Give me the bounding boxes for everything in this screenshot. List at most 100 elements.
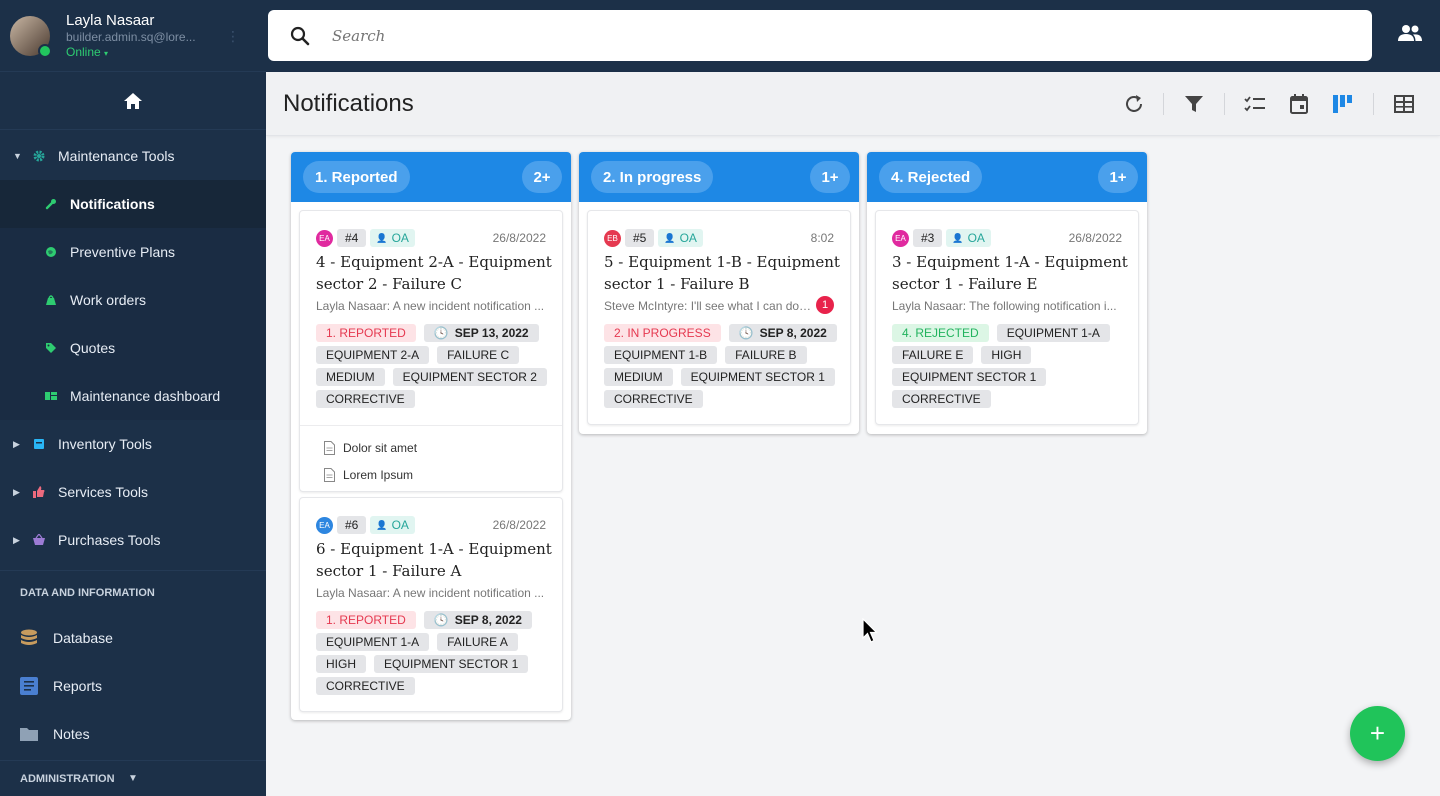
user-status[interactable]: Online ▾ (66, 45, 196, 59)
tag-chip: CORRECTIVE (892, 390, 991, 408)
card-date: 26/8/2022 (492, 518, 546, 532)
filter-button[interactable] (1183, 93, 1205, 115)
initials-avatar: EB (604, 229, 621, 247)
sidebar-item-reports[interactable]: Reports (0, 662, 266, 710)
admin-label: ADMINISTRATION (20, 772, 115, 785)
section-title-data: DATA AND INFORMATION (0, 570, 266, 614)
globe-icon (46, 247, 56, 257)
column-title[interactable]: 2. In progress (591, 161, 714, 193)
card-title: 6 - Equipment 1-A - Equipment sector 1 -… (316, 540, 552, 580)
sidebar-item-preventive-plans[interactable]: Preventive Plans (0, 228, 266, 276)
tag-chip: CORRECTIVE (316, 677, 415, 695)
column-header: 2. In progress 1+ (579, 152, 859, 202)
page-header: Notifications (266, 72, 1440, 136)
document-icon (324, 467, 335, 482)
attachment-item[interactable]: Dolor sit amet (300, 434, 562, 461)
tag-chip: EQUIPMENT SECTOR 1 (374, 655, 529, 673)
filter-icon (1185, 96, 1203, 112)
notification-card[interactable]: EA #3 👤 OA 26/8/2022 3 - Equipment 1-A - … (875, 210, 1139, 425)
toolbar-divider (1163, 93, 1164, 115)
caret-down-icon: ▼ (13, 151, 22, 161)
wrench-icon (45, 199, 56, 210)
tag-chip: EQUIPMENT SECTOR 1 (892, 368, 1047, 386)
card-tags: 2. IN PROGRESS 🕓 SEP 8, 2022 EQUIPMENT 1-… (604, 324, 844, 408)
sidebar-item-work-orders[interactable]: Work orders (0, 276, 266, 324)
assignee-chip[interactable]: 👤 OA (658, 229, 703, 247)
card-title: 5 - Equipment 1-B - Equipment sector 1 -… (604, 253, 840, 293)
database-icon (21, 629, 37, 645)
sidebar-item-label: Notes (53, 726, 90, 742)
sidebar-item-maintenance-dashboard[interactable]: Maintenance dashboard (0, 372, 266, 420)
attachments-list: Dolor sit amet Lorem Ipsum (300, 425, 562, 488)
column-count[interactable]: 1+ (1098, 161, 1138, 193)
table-icon (1394, 95, 1414, 113)
column-count[interactable]: 1+ (810, 161, 850, 193)
user-email: builder.admin.sq@lore... (66, 30, 196, 45)
table-view-button[interactable] (1393, 93, 1415, 115)
kanban-view-button[interactable] (1332, 93, 1354, 115)
notification-card[interactable]: EA #6 👤 OA 26/8/2022 6 - Equipment 1-A - … (299, 497, 563, 712)
calendar-view-button[interactable] (1288, 93, 1310, 115)
section-title-administration[interactable]: ADMINISTRATION ▼ (0, 760, 266, 796)
due-date-chip: 🕓 SEP 8, 2022 (728, 324, 837, 342)
assignee-chip[interactable]: 👤 OA (946, 229, 991, 247)
status-badge: 4. REJECTED (892, 324, 989, 342)
card-title: 4 - Equipment 2-A - Equipment sector 2 -… (316, 253, 552, 293)
people-button[interactable] (1398, 24, 1422, 47)
home-button[interactable] (0, 72, 266, 130)
sidebar-item-quotes[interactable]: Quotes (0, 324, 266, 372)
user-name: Layla Nasaar (66, 12, 155, 30)
kanban-column-reported: 1. Reported 2+ EA #4 👤 OA 26/8/2022 4 - E… (291, 152, 571, 720)
notification-card[interactable]: EA #4 👤 OA 26/8/2022 4 - Equipment 2-A - … (299, 210, 563, 492)
search-input[interactable] (332, 26, 1232, 45)
user-panel[interactable]: Layla Nasaar builder.admin.sq@lore... On… (0, 0, 266, 72)
sidebar-item-notifications[interactable]: Notifications (0, 180, 266, 228)
column-count[interactable]: 2+ (522, 161, 562, 193)
sidebar-group-services-tools[interactable]: ▶ Services Tools (0, 468, 266, 516)
card-title: 3 - Equipment 1-A - Equipment sector 1 -… (892, 253, 1128, 293)
sidebar-group-maintenance-tools[interactable]: ▼ Maintenance Tools (0, 132, 266, 180)
sidebar-item-database[interactable]: Database (0, 614, 266, 662)
card-preview: Layla Nasaar: A new incident notificatio… (316, 299, 545, 313)
assignee-chip[interactable]: 👤 OA (370, 516, 415, 534)
sidebar-group-inventory-tools[interactable]: ▶ Inventory Tools (0, 420, 266, 468)
sidebar-item-label: Database (53, 630, 113, 646)
sidebar-item-label: Notifications (70, 196, 155, 212)
card-tags: 1. REPORTED 🕓 SEP 8, 2022 EQUIPMENT 1-A F… (316, 611, 556, 695)
search-bar[interactable] (268, 10, 1372, 61)
online-status-dot (38, 43, 52, 58)
add-notification-button[interactable]: + (1350, 706, 1405, 761)
attachment-item[interactable]: Lorem Ipsum (300, 461, 562, 488)
card-date: 26/8/2022 (1068, 231, 1122, 245)
sidebar-item-notes[interactable]: Notes (0, 710, 266, 758)
card-tags: 4. REJECTED EQUIPMENT 1-A FAILURE E HIGH… (892, 324, 1132, 408)
card-date: 8:02 (810, 231, 834, 245)
toolbar-divider (1224, 93, 1225, 115)
clock-icon: 🕓 (433, 613, 449, 627)
sidebar-group-label: Services Tools (58, 484, 149, 500)
kanban-icon (1333, 95, 1352, 113)
column-header: 1. Reported 2+ (291, 152, 571, 202)
tag-chip: EQUIPMENT 1-B (604, 346, 718, 364)
more-vert-icon[interactable]: ⋮ (226, 28, 240, 45)
sidebar-group-purchases-tools[interactable]: ▶ Purchases Tools (0, 516, 266, 564)
tag-chip: HIGH (981, 346, 1032, 364)
status-badge: 1. REPORTED (316, 324, 416, 342)
thumb-up-icon (33, 486, 45, 498)
calendar-icon (1290, 94, 1308, 114)
caret-right-icon: ▶ (13, 438, 20, 449)
due-date-chip: 🕓 SEP 13, 2022 (423, 324, 539, 342)
assignee-chip[interactable]: 👤 OA (370, 229, 415, 247)
column-title[interactable]: 1. Reported (303, 161, 410, 193)
card-id: #5 (625, 229, 655, 247)
sidebar-item-label: Quotes (70, 340, 116, 356)
list-view-button[interactable] (1244, 93, 1266, 115)
due-date-chip: 🕓 SEP 8, 2022 (423, 611, 532, 629)
refresh-button[interactable] (1123, 93, 1145, 115)
notification-card[interactable]: EB #5 👤 OA 8:02 5 - Equipment 1-B - Equip… (587, 210, 851, 425)
card-preview: Layla Nasaar: A new incident notificatio… (316, 586, 545, 600)
sidebar: Layla Nasaar builder.admin.sq@lore... On… (0, 0, 266, 796)
user-avatar (10, 15, 52, 58)
sidebar-item-label: Work orders (70, 292, 146, 308)
column-title[interactable]: 4. Rejected (879, 161, 983, 193)
